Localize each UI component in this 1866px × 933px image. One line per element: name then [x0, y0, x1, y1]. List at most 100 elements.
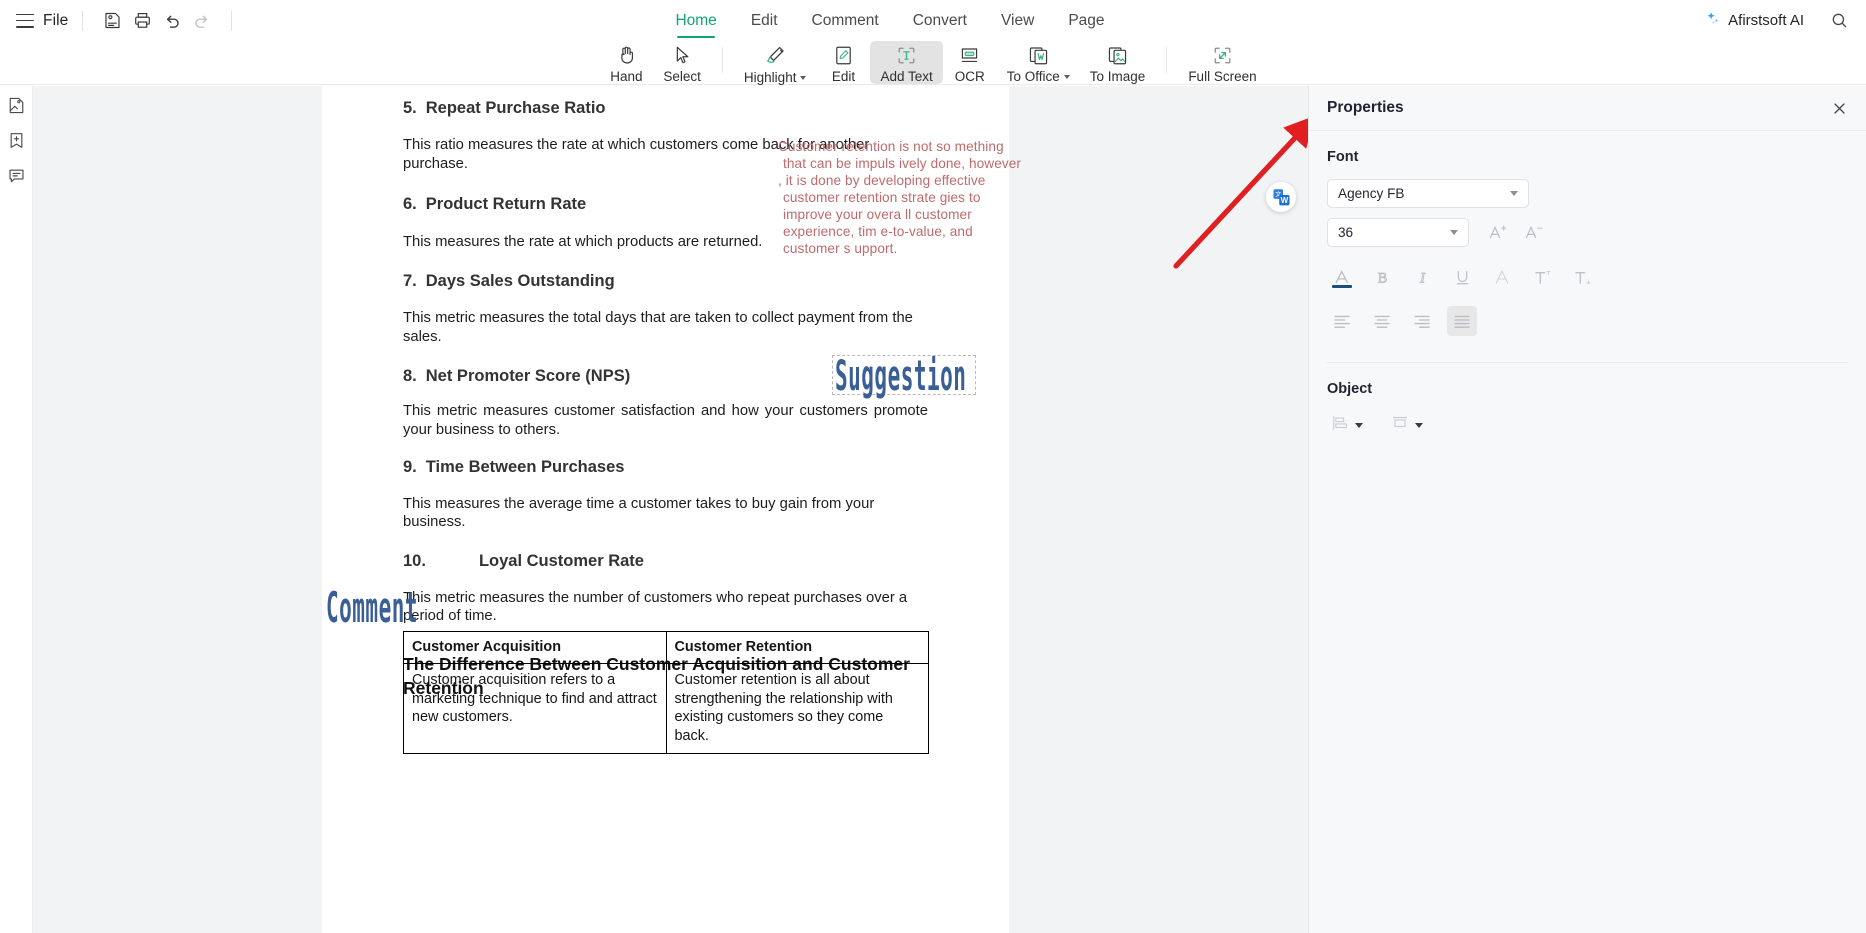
- subscript-icon[interactable]: [1567, 262, 1597, 292]
- tab-edit[interactable]: Edit: [734, 0, 795, 41]
- undo-icon[interactable]: [157, 6, 187, 36]
- align-right-icon[interactable]: [1407, 306, 1437, 336]
- ribbon-highlight-tool[interactable]: Highlight: [734, 41, 817, 85]
- chevron-down-icon: [1415, 423, 1423, 428]
- align-left-icon[interactable]: [1327, 306, 1357, 336]
- translate-word-icon[interactable]: 文 W: [1266, 182, 1296, 212]
- ribbon-hand-tool[interactable]: Hand: [599, 41, 653, 84]
- outline-text-icon[interactable]: [1487, 262, 1517, 292]
- chevron-down-icon[interactable]: [800, 75, 807, 80]
- font-family-select[interactable]: Agency FB: [1327, 179, 1529, 208]
- to-office-word-icon: [1027, 44, 1050, 67]
- text-format-buttons: B I: [1327, 262, 1848, 292]
- section-title: Time Between Purchases: [425, 458, 625, 477]
- sparkle-icon: [1704, 10, 1721, 32]
- page-thumbnails-icon: [7, 96, 26, 120]
- svg-text:W: W: [1280, 196, 1288, 205]
- section-number: 8.: [403, 367, 417, 386]
- ribbon-to-image-tool[interactable]: To Image: [1080, 41, 1156, 84]
- red-annotation-line: improve your overa ll customer: [783, 206, 972, 222]
- home-ribbon: Hand Select Highlight Edit Add Text OCR …: [0, 41, 1866, 85]
- table-header-cell: Customer Acquisition: [403, 630, 667, 665]
- ribbon-tabs: Home Edit Comment Convert View Page: [0, 0, 1866, 41]
- ribbon-ocr-tool[interactable]: OCR OCR: [943, 41, 997, 84]
- superscript-icon[interactable]: [1527, 262, 1557, 292]
- object-section: Object: [1309, 363, 1866, 440]
- font-color-icon[interactable]: [1327, 262, 1357, 292]
- properties-panel: Properties Font Agency FB 36 B I Object: [1308, 86, 1866, 933]
- hamburger-icon[interactable]: [16, 13, 34, 28]
- section-title: Loyal Customer Rate: [478, 552, 644, 571]
- underline-icon[interactable]: [1447, 262, 1477, 292]
- to-image-icon: [1106, 44, 1129, 67]
- comparison-table: Customer Acquisition Customer Retention …: [403, 630, 929, 755]
- object-align-icon: [1331, 414, 1349, 437]
- text-align-buttons: [1327, 306, 1848, 336]
- add-text-icon: [895, 44, 918, 67]
- table-cell: Customer acquisition refers to a marketi…: [403, 663, 667, 755]
- section-number: 9.: [403, 458, 417, 477]
- suggestion-textbox[interactable]: Suggestion: [832, 351, 976, 400]
- top-toolbar: File Home Edit Comment Convert View Page…: [0, 0, 1866, 41]
- pdf-page[interactable]: 5. Repeat Purchase Ratio This ratio measu…: [322, 86, 1021, 933]
- object-align-dropdown[interactable]: [1327, 411, 1367, 440]
- tab-comment[interactable]: Comment: [795, 0, 896, 41]
- increase-font-size-icon[interactable]: [1483, 219, 1511, 247]
- properties-header: Properties: [1309, 86, 1866, 131]
- italic-icon[interactable]: I: [1407, 262, 1437, 292]
- ribbon-add-text-label: Add Text: [880, 69, 933, 84]
- object-distribute-dropdown[interactable]: [1387, 411, 1427, 440]
- section-heading: 9. Time Between Purchases: [322, 457, 1009, 478]
- tab-view[interactable]: View: [984, 0, 1051, 41]
- left-sidebar: [0, 86, 33, 933]
- ribbon-hand-label: Hand: [610, 69, 643, 84]
- ribbon-ocr-label: OCR: [954, 69, 985, 84]
- table-row: Customer Acquisition Customer Retention: [403, 630, 929, 665]
- table-row: Customer acquisition refers to a marketi…: [403, 663, 929, 755]
- ribbon-divider-2: [1166, 47, 1168, 73]
- align-justify-icon[interactable]: [1447, 306, 1477, 336]
- print-icon[interactable]: [127, 6, 157, 36]
- search-icon[interactable]: [1824, 6, 1854, 36]
- red-annotation-line: customer retention strate gies to: [783, 189, 981, 205]
- ribbon-to-image-label: To Image: [1089, 69, 1146, 84]
- ribbon-add-text-tool[interactable]: Add Text: [870, 41, 943, 84]
- file-menu-button[interactable]: File: [43, 12, 68, 30]
- document-viewer[interactable]: 5. Repeat Purchase Ratio This ratio measu…: [33, 86, 1308, 933]
- ribbon-select-label: Select: [663, 69, 701, 84]
- sidebar-item-bookmarks[interactable]: [3, 130, 29, 156]
- red-annotation-line: Customer retention is not so mething: [778, 139, 1004, 154]
- ribbon-full-screen-tool[interactable]: Full Screen: [1178, 41, 1266, 84]
- tab-convert[interactable]: Convert: [896, 0, 984, 41]
- bold-icon[interactable]: B: [1367, 262, 1397, 292]
- align-center-icon[interactable]: [1367, 306, 1397, 336]
- section-paragraph: This metric measures customer satisfacti…: [403, 403, 928, 438]
- panel-title: Properties: [1327, 99, 1404, 116]
- afirstsoft-ai-button[interactable]: Afirstsoft AI: [1696, 6, 1812, 36]
- section-paragraph: This measures the average time a custome…: [403, 495, 875, 530]
- section-title: Product Return Rate: [425, 195, 587, 214]
- ribbon-select-tool[interactable]: Select: [653, 41, 711, 84]
- comment-textbox-text: Comment: [326, 582, 419, 632]
- ribbon-edit-label: Edit: [831, 69, 856, 84]
- table-header-cell: Customer Retention: [665, 630, 929, 665]
- decrease-font-size-icon[interactable]: [1519, 219, 1547, 247]
- font-size-select[interactable]: 36: [1327, 218, 1469, 247]
- redo-icon[interactable]: [187, 6, 217, 36]
- section-number: 6.: [403, 195, 417, 214]
- comment-textbox[interactable]: Comment: [324, 582, 444, 632]
- sidebar-item-thumbnails[interactable]: [3, 95, 29, 121]
- ribbon-edit-tool[interactable]: Edit: [816, 41, 870, 84]
- ribbon-to-office-tool[interactable]: To Office: [997, 41, 1080, 84]
- sidebar-item-comments[interactable]: [3, 165, 29, 191]
- font-section: Font Agency FB 36 B I: [1309, 131, 1866, 336]
- object-section-title: Object: [1327, 381, 1373, 397]
- tab-home[interactable]: Home: [658, 0, 733, 41]
- save-icon[interactable]: [97, 6, 127, 36]
- chevron-down-icon[interactable]: [1063, 74, 1070, 79]
- close-icon[interactable]: [1828, 97, 1850, 119]
- red-annotation-line: customer s upport.: [783, 240, 898, 256]
- red-annotation-textbox[interactable]: Customer retention is not so mething tha…: [778, 139, 1021, 258]
- font-family-value: Agency FB: [1338, 186, 1405, 201]
- tab-page[interactable]: Page: [1051, 0, 1121, 41]
